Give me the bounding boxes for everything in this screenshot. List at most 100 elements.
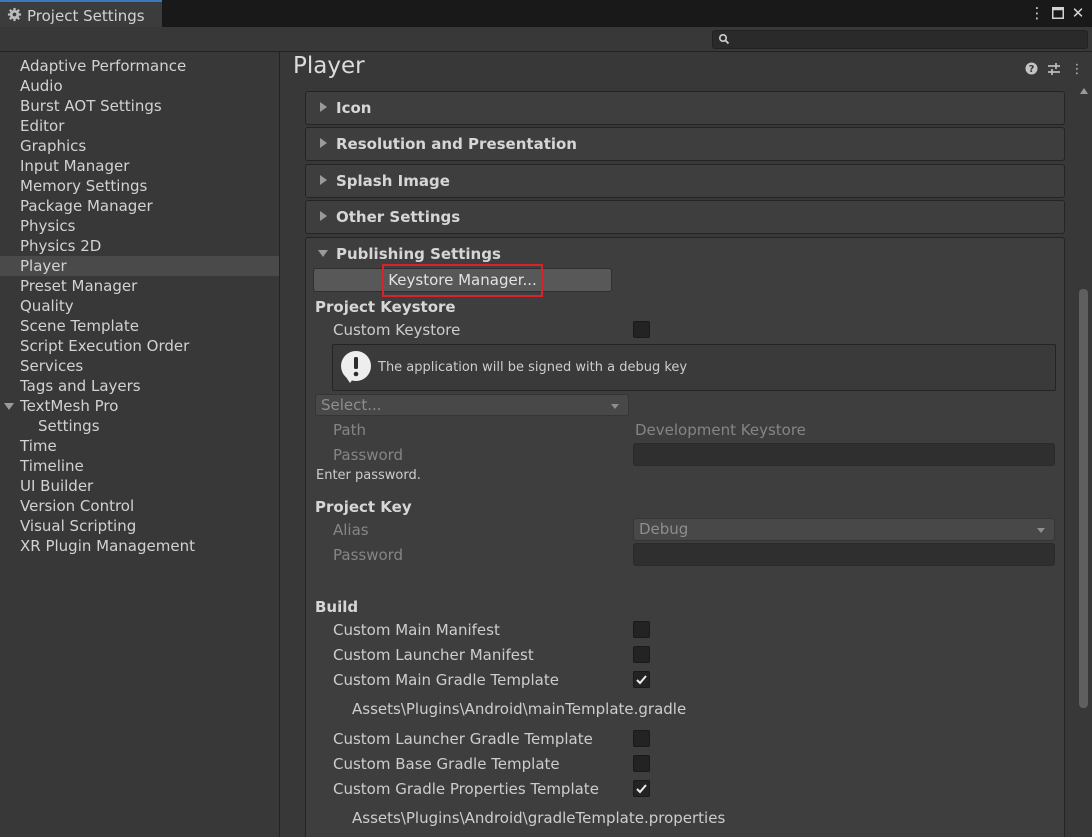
sidebar-item-label: Burst AOT Settings [20,97,162,115]
publishing-settings-header[interactable]: Publishing Settings [336,245,501,263]
sidebar-item-memory-settings[interactable]: Memory Settings [0,176,279,196]
custom-launcher-manifest-checkbox[interactable] [633,646,650,663]
sidebar-item-label: UI Builder [20,477,94,495]
sidebar-item-label: Input Manager [20,157,130,175]
close-icon[interactable]: ✕ [1069,3,1087,23]
sidebar-item-label: Settings [38,417,100,435]
sidebar-item-physics[interactable]: Physics [0,216,279,236]
sidebar-item-label: Audio [20,77,63,95]
sidebar-item-textmesh-pro[interactable]: TextMesh Pro [0,396,279,416]
custom-launcher-gradle-template-label: Custom Launcher Gradle Template [333,730,593,748]
custom-gradle-properties-template-checkbox[interactable] [633,780,650,797]
sidebar-item-label: Editor [20,117,65,135]
sidebar-item-graphics[interactable]: Graphics [0,136,279,156]
sidebar-item-label: Graphics [20,137,87,155]
sidebar-item-version-control[interactable]: Version Control [0,496,279,516]
keystore-select-value: Select... [321,396,382,414]
foldout-arrow-icon [320,102,327,112]
sidebar-item-label: Tags and Layers [20,377,141,395]
section-other-settings[interactable]: Other Settings [305,200,1065,234]
path-value: Development Keystore [635,421,806,439]
more-options-icon[interactable]: ⋮ [1069,62,1085,78]
password-hint: Enter password. [316,468,421,483]
custom-base-gradle-template-checkbox[interactable] [633,755,650,772]
sidebar-item-xr-plugin-management[interactable]: XR Plugin Management [0,536,279,556]
sidebar-item-physics-2d[interactable]: Physics 2D [0,236,279,256]
alias-label: Alias [333,521,369,539]
scrollbar-thumb[interactable] [1079,289,1088,708]
title-bar: Project Settings ⋮ ✕ [0,0,1092,27]
maximize-icon[interactable] [1049,3,1067,23]
sidebar-item-label: Preset Manager [20,277,138,295]
search-field[interactable] [712,30,1088,49]
section-splash-image[interactable]: Splash Image [305,164,1065,198]
custom-base-gradle-template-label: Custom Base Gradle Template [333,755,560,773]
custom-main-manifest-checkbox[interactable] [633,621,650,638]
keystore-password-field[interactable] [633,443,1055,466]
sidebar-item-package-manager[interactable]: Package Manager [0,196,279,216]
presets-icon[interactable] [1046,62,1062,78]
more-options-icon[interactable]: ⋮ [1028,3,1046,23]
gradle-properties-template-path: Assets\Plugins\Android\gradleTemplate.pr… [352,809,726,827]
custom-gradle-properties-template-label: Custom Gradle Properties Template [333,780,599,798]
vertical-scrollbar[interactable] [1077,82,1092,837]
sidebar-item-audio[interactable]: Audio [0,76,279,96]
sidebar-item-timeline[interactable]: Timeline [0,456,279,476]
sidebar-item-visual-scripting[interactable]: Visual Scripting [0,516,279,536]
keystore-password-label: Password [333,446,404,464]
sidebar-item-tags-and-layers[interactable]: Tags and Layers [0,376,279,396]
gear-icon [7,7,22,22]
custom-main-manifest-label: Custom Main Manifest [333,621,500,639]
custom-launcher-manifest-label: Custom Launcher Manifest [333,646,534,664]
search-input[interactable] [733,32,1083,47]
project-key-heading: Project Key [315,498,412,516]
checkmark-icon [636,784,647,794]
sidebar-item-adaptive-performance[interactable]: Adaptive Performance [0,56,279,76]
alias-dropdown[interactable]: Debug [633,518,1055,541]
help-icon[interactable]: ? [1023,62,1039,78]
sidebar-item-player[interactable]: Player [0,256,279,276]
sidebar-item-label: Memory Settings [20,177,148,195]
sidebar-item-label: Adaptive Performance [20,57,187,75]
sidebar-item-ui-builder[interactable]: UI Builder [0,476,279,496]
alias-value: Debug [639,520,689,538]
custom-main-gradle-template-label: Custom Main Gradle Template [333,671,559,689]
section-resolution-and-presentation[interactable]: Resolution and Presentation [305,127,1065,161]
sidebar-item-burst-aot-settings[interactable]: Burst AOT Settings [0,96,279,116]
keystore-select-dropdown[interactable]: Select... [315,394,629,416]
custom-keystore-checkbox[interactable] [633,321,650,338]
section-label: Resolution and Presentation [336,135,577,153]
sidebar-item-label: Scene Template [20,317,139,335]
path-label: Path [333,421,366,439]
custom-main-gradle-template-checkbox[interactable] [633,671,650,688]
section-icon[interactable]: Icon [305,91,1065,125]
sidebar-item-scene-template[interactable]: Scene Template [0,316,279,336]
custom-launcher-gradle-template-checkbox[interactable] [633,730,650,747]
sidebar-item-label: Services [20,357,84,375]
sidebar-item-textmesh-pro-settings[interactable]: Settings [0,416,279,436]
scroll-up-arrow-icon[interactable] [1080,88,1088,94]
info-message: The application will be signed with a de… [378,360,688,375]
search-row [0,27,1092,52]
svg-text:?: ? [1028,64,1034,75]
sidebar-item-editor[interactable]: Editor [0,116,279,136]
sidebar-item-preset-manager[interactable]: Preset Manager [0,276,279,296]
sidebar-item-label: Timeline [20,457,84,475]
sidebar-item-input-manager[interactable]: Input Manager [0,156,279,176]
sidebar-item-services[interactable]: Services [0,356,279,376]
foldout-arrow-icon[interactable] [4,403,14,410]
main-gradle-template-path: Assets\Plugins\Android\mainTemplate.grad… [352,700,687,718]
sidebar-item-label: Package Manager [20,197,153,215]
key-password-field[interactable] [633,543,1055,566]
foldout-arrow-icon[interactable] [318,250,328,257]
sidebar-item-quality[interactable]: Quality [0,296,279,316]
window-title: Project Settings [27,7,145,25]
sidebar-item-label: Quality [20,297,74,315]
sidebar-item-label: Time [20,437,57,455]
sidebar-item-time[interactable]: Time [0,436,279,456]
window-tab[interactable]: Project Settings [0,0,162,27]
warning-icon [341,351,371,383]
sidebar-item-script-execution-order[interactable]: Script Execution Order [0,336,279,356]
section-label: Icon [336,99,372,117]
sidebar-item-label: Physics [20,217,76,235]
